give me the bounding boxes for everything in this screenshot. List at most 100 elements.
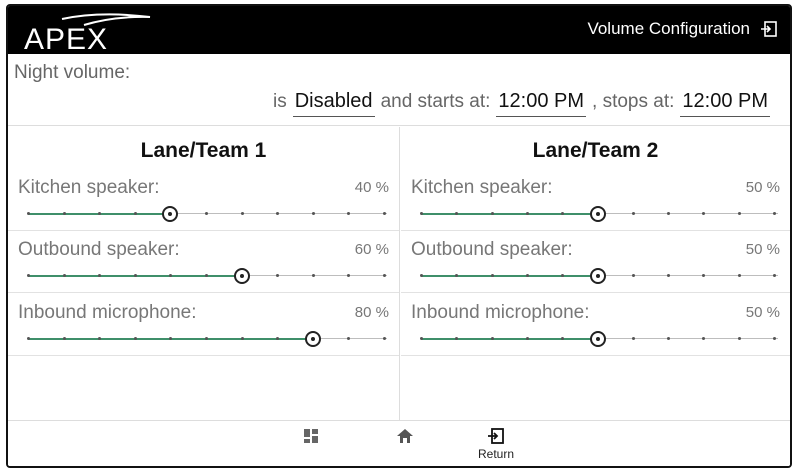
return-label: Return — [478, 447, 515, 461]
control-value: 80 % — [354, 304, 389, 321]
team-1-column: Lane/Team 1 Kitchen speaker: 40 % Outbound… — [8, 127, 400, 422]
return-icon — [488, 428, 504, 444]
slider-tick — [311, 212, 315, 215]
slider-tick — [205, 337, 208, 340]
page-title: Volume Configuration — [587, 19, 750, 38]
volume-control: Outbound speaker: 50 % — [401, 231, 790, 293]
bottom-nav: Return — [8, 420, 790, 466]
header-bar: APEX Volume Configuration — [8, 6, 790, 54]
slider-thumb[interactable] — [162, 206, 179, 222]
control-label: Inbound microphone: — [18, 302, 197, 323]
slider-tick — [205, 274, 208, 277]
apex-logo: APEX — [24, 13, 151, 53]
slider-thumb[interactable] — [589, 331, 606, 347]
team-columns: Lane/Team 1 Kitchen speaker: 40 % Outbound… — [8, 127, 790, 422]
control-label: Kitchen speaker: — [411, 177, 553, 198]
volume-slider[interactable] — [420, 268, 778, 284]
exit-icon[interactable] — [760, 20, 778, 38]
control-value: 50 % — [745, 179, 780, 196]
stop-time-field[interactable]: 12:00 PM — [680, 90, 770, 117]
slider-tick — [773, 274, 776, 277]
slider-tick — [62, 212, 66, 215]
slider-tick — [62, 274, 66, 277]
slider-tick — [737, 337, 741, 340]
team-2-column: Lane/Team 2 Kitchen speaker: 50 % Outbound… — [401, 127, 790, 422]
slider-tick — [525, 212, 529, 215]
slider-thumb[interactable] — [589, 206, 606, 222]
home-icon — [397, 429, 413, 443]
control-label: Kitchen speaker: — [18, 177, 160, 198]
slider-tick — [737, 274, 741, 277]
team-title: Lane/Team 1 — [140, 139, 267, 162]
control-label: Outbound speaker: — [411, 239, 573, 260]
slider-tick — [490, 212, 494, 215]
slider-tick — [631, 212, 635, 215]
team-title: Lane/Team 2 — [532, 139, 659, 162]
slider-thumb[interactable] — [304, 331, 321, 347]
slider-tick — [27, 274, 30, 277]
control-label: Inbound microphone: — [411, 302, 590, 323]
slider-tick — [133, 212, 137, 215]
slider-tick — [702, 274, 706, 277]
slider-tick — [27, 212, 30, 215]
dashboard-button[interactable] — [302, 427, 320, 463]
volume-slider[interactable] — [420, 331, 778, 347]
slider-tick — [667, 274, 671, 277]
control-value: 50 % — [745, 241, 780, 258]
slider-tick — [667, 337, 671, 340]
slider-tick — [133, 274, 137, 277]
slider-thumb[interactable] — [233, 268, 250, 284]
slider-tick — [276, 274, 280, 277]
slider-tick — [631, 274, 635, 277]
control-value: 40 % — [354, 179, 389, 196]
slider-fill — [421, 275, 598, 277]
slider-tick — [420, 274, 423, 277]
slider-tick — [490, 274, 494, 277]
volume-control: Inbound microphone: 80 % — [8, 294, 399, 356]
return-button[interactable]: Return — [478, 427, 514, 463]
volume-control: Kitchen speaker: 40 % — [8, 169, 399, 231]
slider-tick — [773, 212, 776, 215]
night-volume-section: Night volume: is Disabled and starts at:… — [8, 54, 790, 126]
night-volume-settings: is Disabled and starts at: 12:00 PM , st… — [273, 90, 776, 117]
volume-control: Outbound speaker: 60 % — [8, 231, 399, 293]
slider-tick — [420, 337, 423, 340]
slider-tick — [27, 337, 30, 340]
slider-fill — [421, 213, 598, 215]
volume-slider[interactable] — [27, 331, 387, 347]
slider-tick — [702, 337, 706, 340]
is-label: is — [273, 91, 287, 112]
slider-tick — [347, 274, 351, 277]
control-value: 50 % — [745, 304, 780, 321]
slider-tick — [490, 337, 494, 340]
slider-tick — [525, 274, 529, 277]
app-frame: APEX Volume Configuration Night volume: … — [6, 4, 792, 468]
volume-control: Kitchen speaker: 50 % — [401, 169, 790, 231]
slider-tick — [420, 212, 423, 215]
slider-tick — [525, 337, 529, 340]
night-volume-status-select[interactable]: Disabled — [292, 90, 375, 117]
slider-tick — [383, 274, 386, 277]
home-button[interactable] — [396, 427, 414, 463]
slider-tick — [311, 274, 315, 277]
control-label: Outbound speaker: — [18, 239, 180, 260]
volume-slider[interactable] — [27, 206, 387, 222]
slider-tick — [383, 212, 386, 215]
slider-tick — [276, 212, 280, 215]
volume-slider[interactable] — [420, 206, 778, 222]
slider-tick — [631, 337, 635, 340]
start-time-field[interactable]: 12:00 PM — [496, 90, 587, 117]
volume-slider[interactable] — [27, 268, 387, 284]
dashboard-icon — [304, 429, 318, 443]
slider-tick — [62, 337, 66, 340]
slider-tick — [702, 212, 706, 215]
volume-control: Inbound microphone: 50 % — [401, 294, 790, 356]
slider-tick — [667, 212, 671, 215]
slider-tick — [240, 337, 244, 340]
slider-fill — [421, 338, 598, 340]
slider-tick — [347, 212, 351, 215]
slider-tick — [240, 212, 244, 215]
slider-thumb[interactable] — [589, 268, 606, 284]
slider-tick — [205, 212, 208, 215]
slider-tick — [773, 337, 776, 340]
